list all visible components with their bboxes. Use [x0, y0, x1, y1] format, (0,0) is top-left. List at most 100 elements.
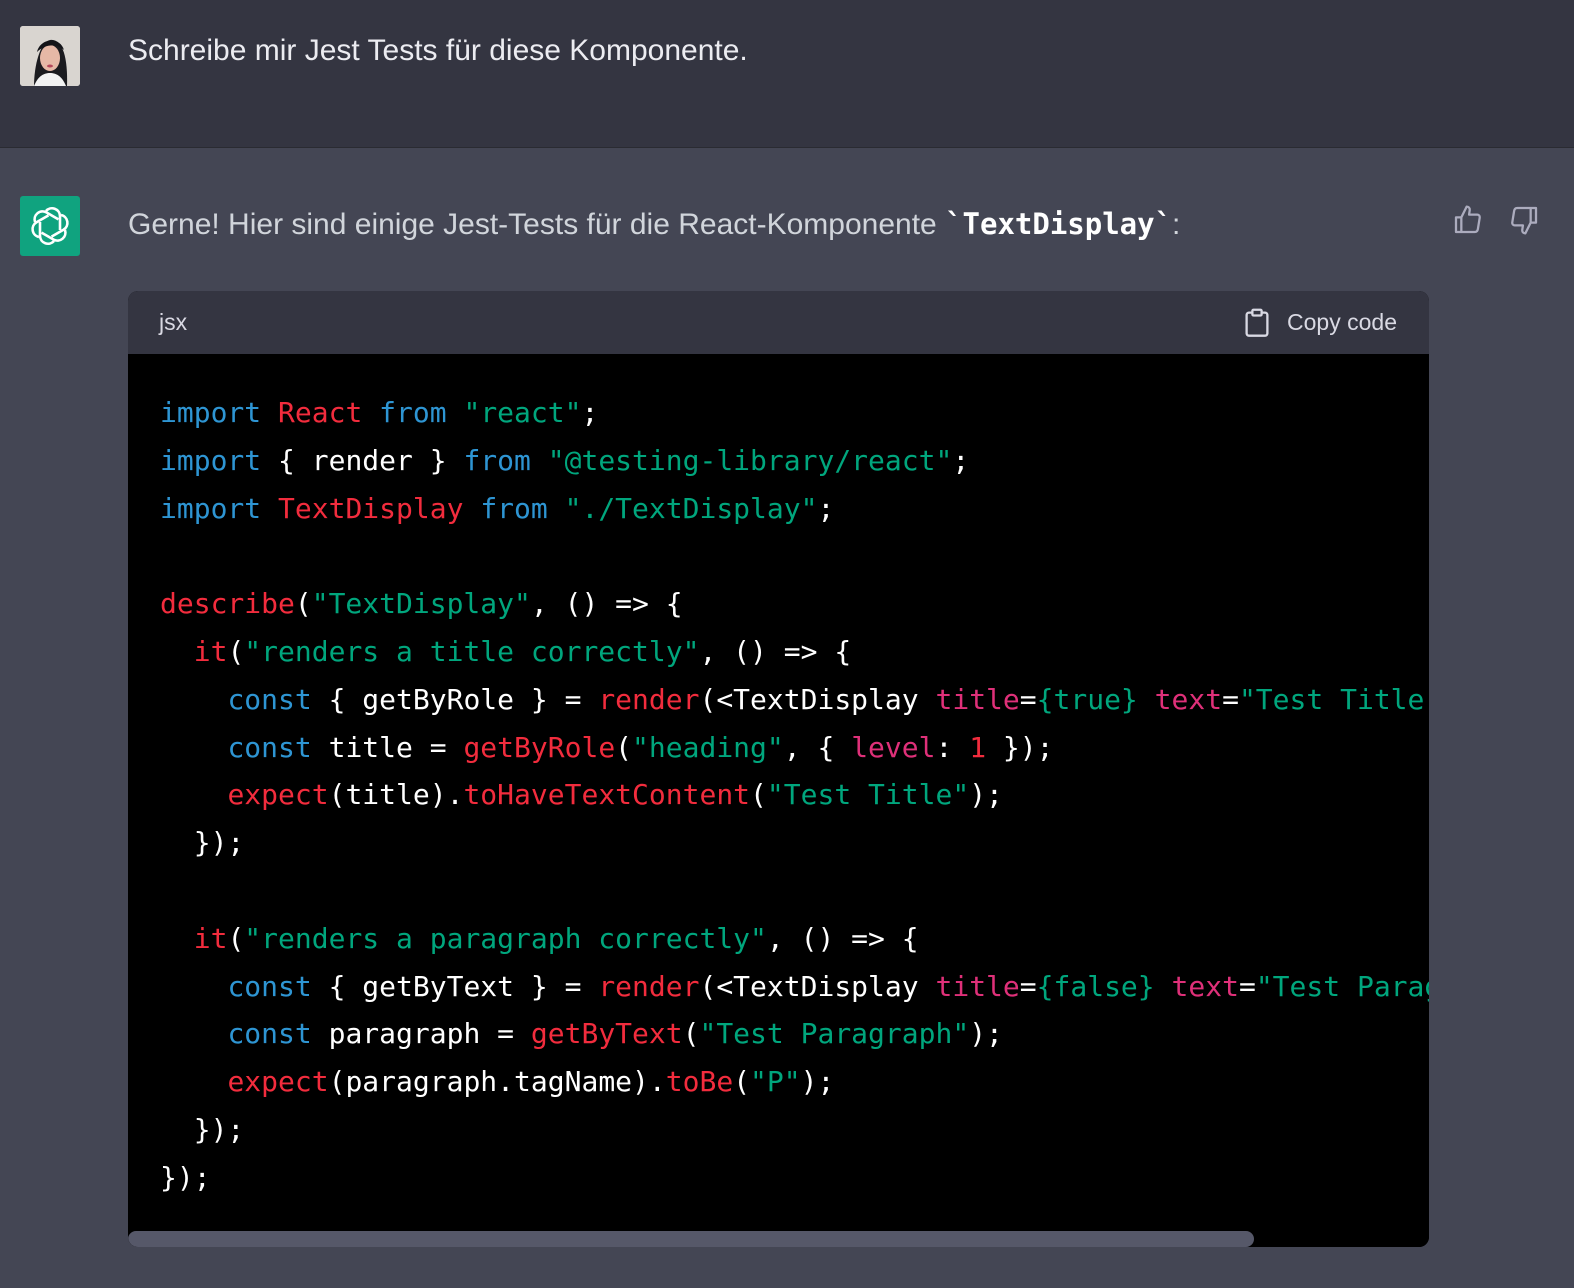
code-token: import: [160, 443, 262, 477]
code-line: });: [160, 1154, 1429, 1202]
code-token: (paragraph.tagName).: [328, 1065, 666, 1099]
code-token: , {: [783, 730, 852, 764]
code-token: from: [480, 491, 548, 525]
code-token: React: [278, 396, 363, 429]
code-token: "TextDisplay": [311, 587, 531, 621]
code-body[interactable]: import React from "react"; import { rende…: [128, 354, 1429, 1247]
scrollbar-thumb[interactable]: [128, 1231, 1254, 1247]
code-token: =: [1222, 682, 1239, 716]
code-token: (title).: [328, 778, 464, 812]
code-token: (<TextDisplay: [699, 969, 936, 1003]
code-token: });: [160, 1112, 245, 1146]
code-token: title: [935, 969, 1020, 1003]
code-line: it("renders a paragraph correctly", () =…: [160, 915, 1429, 963]
code-token: expect: [227, 778, 329, 812]
code-token: ;: [581, 396, 599, 429]
code-token: { render }: [261, 443, 464, 477]
code-token: });: [986, 730, 1054, 764]
openai-logo-icon: [31, 207, 69, 245]
horizontal-scrollbar[interactable]: [128, 1231, 1429, 1247]
code-token: getByText: [530, 1017, 683, 1051]
code-token: );: [969, 1017, 1003, 1051]
thumbs-down-button[interactable]: [1506, 202, 1542, 238]
code-block: jsx Copy code import React from "react";…: [128, 291, 1429, 1247]
code-token: const: [227, 1017, 312, 1051]
code-token: (: [750, 778, 767, 812]
code-token: ;: [952, 443, 970, 477]
code-token: (: [615, 730, 633, 764]
code-token: =: [1019, 682, 1037, 716]
code-token: title: [935, 682, 1020, 716]
user-message-row: Schreibe mir Jest Tests für diese Kompon…: [0, 0, 1574, 148]
code-token: "Test Title": [766, 778, 970, 812]
assistant-avatar: [20, 196, 80, 256]
code-token: (: [227, 634, 245, 668]
code-token: "@testing-library/react": [547, 443, 953, 477]
code-token: =: [1238, 969, 1256, 1003]
code-token: "renders a title correctly": [244, 634, 700, 668]
copy-code-label: Copy code: [1287, 309, 1397, 335]
code-line: import { render } from "@testing-library…: [160, 437, 1429, 485]
code-token: const: [227, 730, 312, 764]
code-token: {true}: [1036, 682, 1138, 716]
user-photo: [20, 26, 80, 86]
code-line: });: [160, 1106, 1429, 1154]
code-token: , () => {: [766, 921, 919, 955]
code-token: toBe: [665, 1065, 734, 1099]
code-token: text: [1171, 969, 1239, 1003]
code-line: it("renders a title correctly", () => {: [160, 628, 1429, 676]
code-token: { getByRole } =: [311, 682, 599, 716]
code-token: "./TextDisplay": [564, 491, 818, 525]
thumbs-up-button[interactable]: [1450, 202, 1486, 238]
code-token: const: [227, 682, 312, 716]
code-token: describe: [160, 587, 295, 621]
code-token: , () => {: [699, 634, 852, 668]
code-token: toHaveTextContent: [463, 778, 751, 812]
code-line: describe("TextDisplay", () => {: [160, 580, 1429, 628]
assistant-message-row: Gerne! Hier sind einige Jest-Tests für d…: [0, 148, 1574, 1288]
code-token: "Test Paragraph": [699, 1017, 970, 1051]
code-token: title =: [311, 730, 464, 764]
code-token: "Test Paragraph": [1255, 969, 1429, 1003]
code-language-label: jsx: [159, 309, 188, 335]
code-token: it: [193, 921, 228, 955]
code-token: });: [160, 1160, 211, 1194]
user-avatar: [20, 26, 80, 86]
code-token: render: [598, 969, 700, 1003]
copy-code-button[interactable]: Copy code: [1243, 308, 1397, 338]
code-token: getByRole: [463, 730, 616, 764]
code-line: const { getByText } = render(<TextDispla…: [160, 963, 1429, 1011]
code-token: );: [800, 1065, 835, 1099]
assistant-intro-text: Gerne! Hier sind einige Jest-Tests für d…: [128, 207, 1181, 241]
code-token: "renders a paragraph correctly": [244, 921, 767, 955]
code-token: "heading": [632, 730, 784, 764]
code-token: (: [682, 1017, 700, 1051]
code-line: import TextDisplay from "./TextDisplay";: [160, 485, 1429, 533]
code-line: expect(paragraph.tagName).toBe("P");: [160, 1058, 1429, 1106]
code-token: , () => {: [530, 587, 683, 621]
code-token: { getByText } =: [311, 969, 599, 1003]
code-token: =: [1019, 969, 1037, 1003]
code-token: 1: [969, 730, 987, 764]
code-token: });: [160, 826, 245, 860]
code-token: );: [969, 778, 1003, 812]
code-block-header: jsx Copy code: [128, 291, 1429, 354]
code-token: TextDisplay: [278, 491, 464, 525]
code-line: });: [160, 819, 1429, 867]
code-content: import React from "react"; import { rende…: [160, 389, 1429, 1202]
code-line: import React from "react";: [160, 389, 1429, 437]
